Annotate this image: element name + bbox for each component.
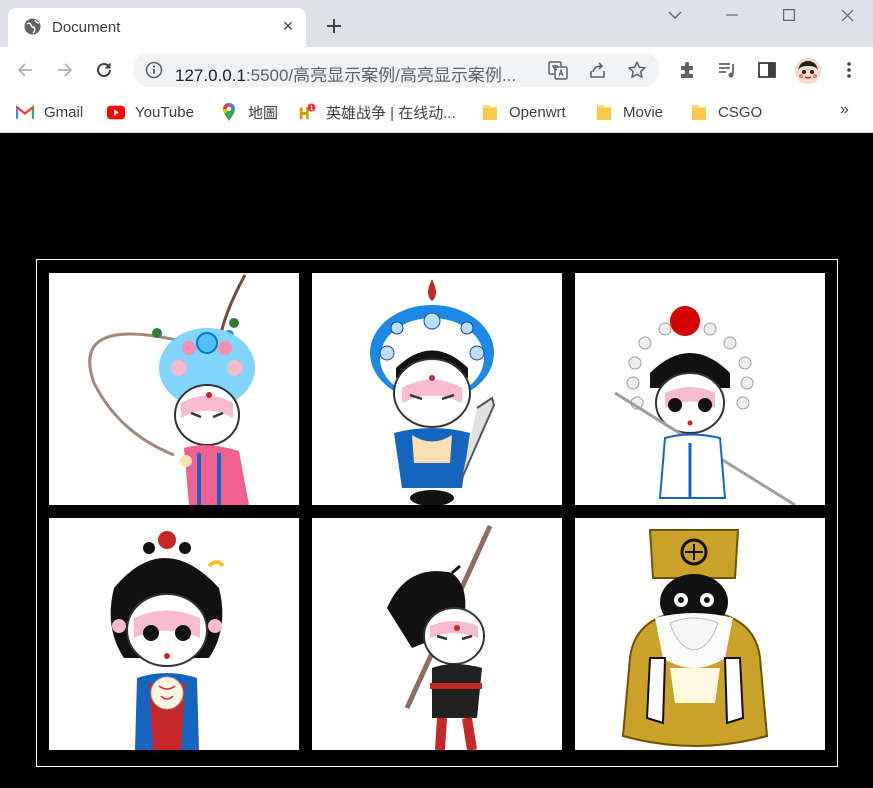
- url-path: :5500/高亮显示案例/高亮显示案例...: [245, 66, 517, 85]
- svg-text:1: 1: [309, 105, 313, 112]
- bookmark-label: Gmail: [44, 103, 84, 121]
- bookmark-gmail[interactable]: Gmail: [16, 101, 83, 123]
- tab-document[interactable]: Document ×: [8, 8, 306, 47]
- youtube-icon: [107, 103, 125, 121]
- media-control-icon[interactable]: [716, 59, 738, 81]
- url-host: 127.0.0.1: [175, 66, 246, 85]
- tab-search-chevron-icon[interactable]: [660, 4, 690, 26]
- bookmark-label: Openwrt: [509, 103, 566, 121]
- opera-warrior-spear-image: [614, 306, 796, 505]
- folder-icon: [595, 103, 613, 121]
- side-panel-icon[interactable]: [756, 59, 778, 81]
- maximize-icon[interactable]: [774, 4, 804, 26]
- site-info-icon[interactable]: [145, 61, 163, 79]
- url-text: 127.0.0.1:5500/高亮显示案例/高亮显示案例...: [175, 61, 535, 86]
- game-icon: 1: [298, 103, 316, 121]
- minimize-icon[interactable]: [717, 4, 747, 26]
- close-tab-icon[interactable]: ×: [278, 16, 298, 36]
- bookmark-hero-war[interactable]: 1 英雄战争 | 在线动...: [298, 101, 456, 123]
- bookmark-maps[interactable]: 地圖: [220, 101, 278, 123]
- menu-kebab-icon[interactable]: [838, 59, 860, 81]
- bookmark-label: CSGO: [718, 103, 763, 121]
- opera-young-man-sword-image: [370, 279, 496, 505]
- reload-icon[interactable]: [91, 57, 117, 83]
- gallery-item-4[interactable]: [49, 518, 299, 750]
- bookmark-label: Movie: [623, 103, 664, 121]
- close-window-icon[interactable]: [832, 4, 862, 26]
- new-tab-icon[interactable]: [322, 14, 346, 38]
- address-bar[interactable]: 127.0.0.1:5500/高亮显示案例/高亮显示案例...: [133, 53, 660, 87]
- gallery-frame: [36, 259, 838, 767]
- bookmark-openwrt[interactable]: Openwrt: [481, 101, 566, 123]
- forward-icon[interactable]: [52, 57, 78, 83]
- translate-icon[interactable]: [548, 60, 568, 80]
- browser-toolbar: 127.0.0.1:5500/高亮显示案例/高亮显示案例...: [0, 47, 873, 93]
- opera-lady-fan-image: [110, 531, 225, 750]
- gallery-item-3[interactable]: [575, 273, 825, 505]
- bookmark-label: YouTube: [135, 103, 194, 121]
- bookmark-movie[interactable]: Movie: [595, 101, 663, 123]
- share-icon[interactable]: [588, 60, 608, 80]
- opera-general-pheasant-feather-image: [88, 274, 255, 505]
- gallery-item-1[interactable]: [49, 273, 299, 505]
- tab-strip: Document ×: [0, 0, 873, 47]
- maps-icon: [220, 103, 238, 121]
- gallery-item-6[interactable]: [575, 518, 825, 750]
- tab-title: Document: [52, 19, 121, 36]
- page-content: [0, 134, 873, 788]
- bookmark-youtube[interactable]: YouTube: [107, 101, 194, 123]
- bookmark-csgo[interactable]: CSGO: [690, 101, 762, 123]
- bookmark-label: 英雄战争 | 在线动...: [326, 104, 456, 122]
- folder-icon: [481, 103, 499, 121]
- profile-avatar[interactable]: [795, 58, 821, 84]
- bookmarks-bar: Gmail YouTube 地圖 1 英雄战争 | 在线动... Openwrt…: [0, 93, 873, 133]
- opera-official-gold-robe-image: [621, 529, 769, 747]
- back-icon[interactable]: [12, 57, 38, 83]
- globe-icon: [24, 18, 41, 35]
- folder-icon: [690, 103, 708, 121]
- bookmark-star-icon[interactable]: [627, 60, 647, 80]
- extensions-icon[interactable]: [677, 59, 699, 81]
- gmail-icon: [16, 103, 34, 121]
- bookmark-label: 地圖: [248, 104, 279, 122]
- gallery-item-2[interactable]: [312, 273, 562, 505]
- more-bookmarks-chevron-icon[interactable]: »: [840, 101, 849, 119]
- opera-monk-staff-image: [387, 524, 493, 750]
- gallery-item-5[interactable]: [312, 518, 562, 750]
